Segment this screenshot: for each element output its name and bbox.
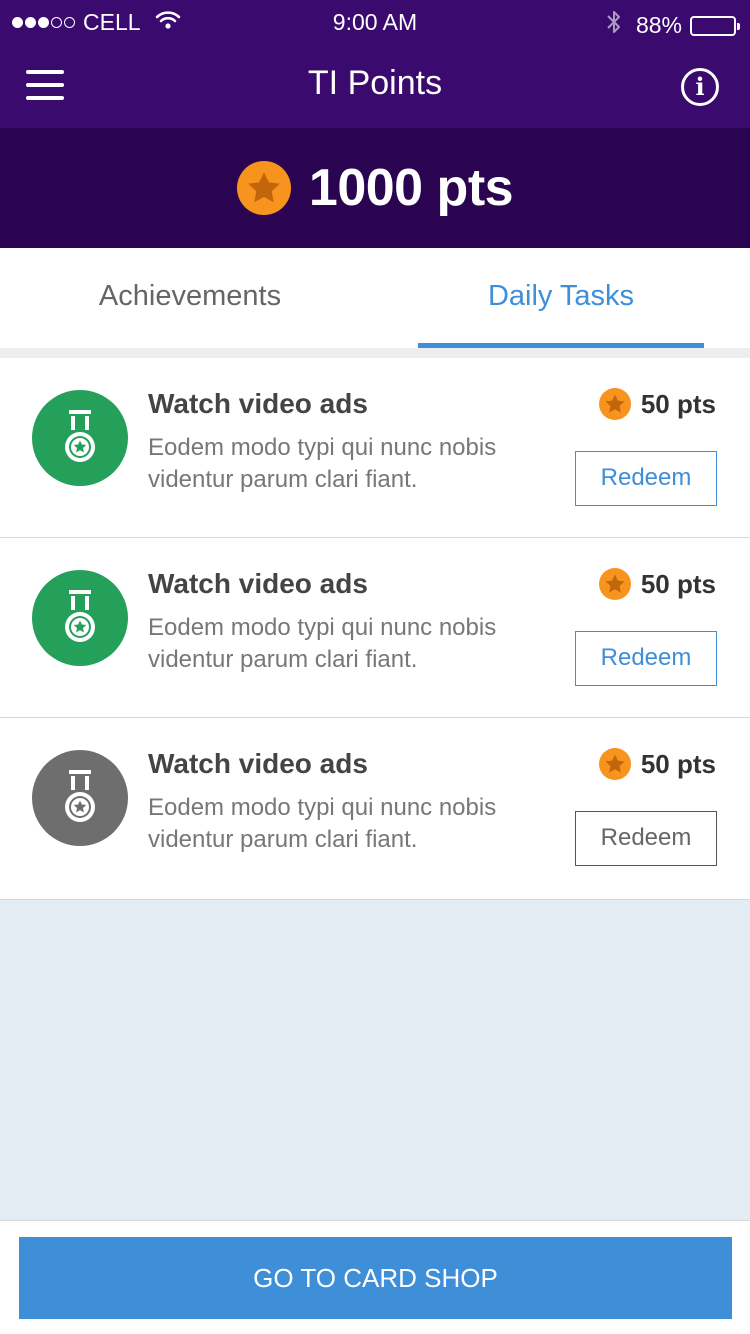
task-title: Watch video ads [148,568,368,599]
reward-points: 50 pts [640,568,716,599]
task-title: Watch video ads [148,388,368,419]
reward-points: 50 pts [640,388,716,419]
task-reward: 50 pts [598,388,716,420]
battery-percent: 88% [635,12,682,38]
star-coin-icon [598,568,631,600]
nav-bar: TI Points i [0,44,750,128]
bottom-bar: GO TO CARD SHOP [0,1220,750,1334]
medal-icon [32,570,128,666]
battery-icon [690,15,740,36]
page-title: TI Points [307,64,443,102]
tab-achievements[interactable]: Achievements [0,248,380,348]
status-bar: CELL 9:00 AM 88% [0,0,750,44]
task-item: Watch video ads Eodem modo typi qui nunc… [0,538,750,718]
tab-bar: Achievements Daily Tasks [0,248,750,348]
medal-icon [32,750,128,846]
go-to-card-shop-button[interactable]: GO TO CARD SHOP [19,1237,732,1319]
reward-points: 50 pts [640,748,716,779]
medal-icon [32,390,128,486]
tab-divider [0,348,750,358]
redeem-button[interactable]: Redeem [575,811,717,866]
info-icon[interactable]: i [681,68,719,106]
task-item: Watch video ads Eodem modo typi qui nunc… [0,358,750,538]
task-reward: 50 pts [598,748,716,780]
task-description: Eodem modo typi qui nunc nobis videntur … [148,794,497,853]
tab-daily-tasks[interactable]: Daily Tasks [418,248,704,348]
status-right: 88% [606,9,740,42]
task-description: Eodem modo typi qui nunc nobis videntur … [148,434,497,493]
task-item: Watch video ads Eodem modo typi qui nunc… [0,718,750,900]
bluetooth-icon [606,9,622,42]
redeem-button[interactable]: Redeem [575,451,717,506]
points-total: 1000 pts [308,159,514,217]
task-description: Eodem modo typi qui nunc nobis videntur … [148,614,497,673]
redeem-button[interactable]: Redeem [575,631,717,686]
star-coin-icon [598,388,631,420]
app-header: CELL 9:00 AM 88% TI Points i [0,0,750,128]
star-coin-icon [236,161,291,215]
task-list: Watch video ads Eodem modo typi qui nunc… [0,358,750,900]
task-reward: 50 pts [598,568,716,600]
points-banner: 1000 pts [0,128,750,248]
task-title: Watch video ads [148,748,368,779]
star-coin-icon [598,748,631,780]
